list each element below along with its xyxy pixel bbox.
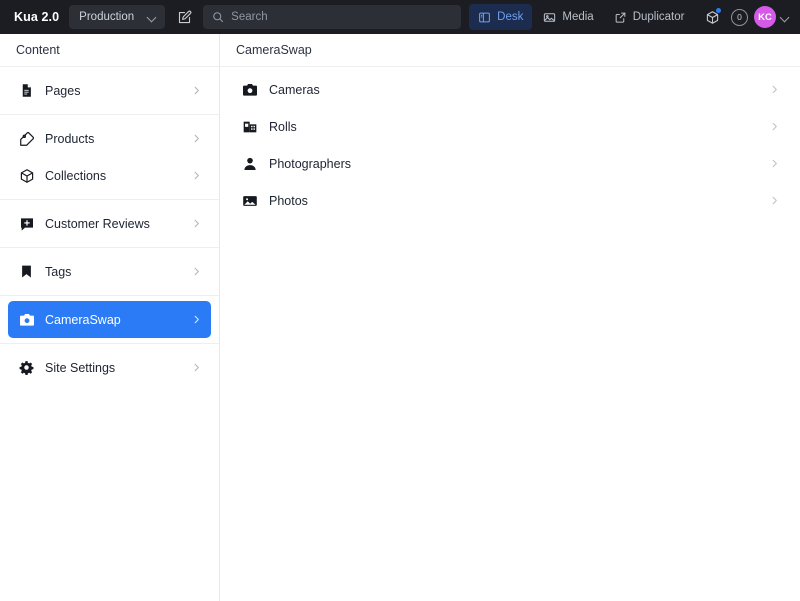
film-roll-icon: [241, 118, 258, 135]
chevron-right-icon: [769, 158, 780, 169]
gear-icon: [18, 359, 35, 376]
sidebar-item-tags[interactable]: Tags: [8, 253, 211, 290]
chevron-right-icon: [191, 266, 202, 277]
chevron-right-icon: [769, 121, 780, 132]
image-icon: [241, 192, 258, 209]
sidebar-item-label: Collections: [45, 168, 107, 183]
notification-dot: [716, 8, 721, 13]
chevron-right-icon: [191, 133, 202, 144]
tab-media[interactable]: Media: [534, 4, 602, 30]
search-input[interactable]: Search: [203, 5, 462, 29]
sidebar-group-3: Customer Reviews: [0, 200, 219, 248]
brand-title: Kua 2.0: [14, 10, 60, 24]
search-icon: [212, 11, 224, 23]
main-panel-title: CameraSwap: [220, 34, 800, 67]
document-icon: [18, 82, 35, 99]
comment-plus-icon: [18, 215, 35, 232]
sidebar-group-5: CameraSwap: [0, 296, 219, 344]
camera-icon: [241, 81, 258, 98]
main-panel-list: Cameras Rolls Photographers Photos: [220, 67, 800, 601]
notification-count-badge[interactable]: 0: [731, 8, 748, 26]
main-item-label: Cameras: [269, 82, 320, 97]
chevron-right-icon: [191, 170, 202, 181]
avatar[interactable]: KC: [754, 6, 776, 28]
sidebar-item-label: Pages: [45, 83, 81, 98]
media-image-icon: [543, 11, 556, 24]
sidebar-group-1: Pages: [0, 67, 219, 115]
external-link-icon: [614, 11, 627, 24]
avatar-chevron-down-icon[interactable]: [781, 13, 790, 22]
desk-panel-icon: [478, 11, 491, 24]
cube-box-icon: [18, 167, 35, 184]
chevron-right-icon: [769, 195, 780, 206]
sidebar-list: Pages Products Collections Customer Revi…: [0, 67, 219, 601]
content-sidebar: Content Pages Products Collections Custo…: [0, 34, 220, 601]
sidebar-group-4: Tags: [0, 248, 219, 296]
chevron-down-icon: [148, 13, 157, 22]
sidebar-item-label: Products: [45, 131, 95, 146]
environment-select-label: Production: [79, 11, 135, 23]
sidebar-item-label: CameraSwap: [45, 312, 121, 327]
sidebar-item-label: Site Settings: [45, 360, 116, 375]
bookmark-icon: [18, 263, 35, 280]
chevron-right-icon: [191, 314, 202, 325]
person-icon: [241, 155, 258, 172]
sidebar-item-products[interactable]: Products: [8, 120, 211, 157]
tag-icon: [18, 130, 35, 147]
main-item-label: Photographers: [269, 156, 352, 171]
edit-square-button[interactable]: [171, 4, 197, 30]
chevron-right-icon: [191, 362, 202, 373]
application-window: Kua 2.0 Production Search Desk Media Dup…: [0, 0, 800, 601]
tab-media-label: Media: [562, 11, 594, 23]
sidebar-item-site-settings[interactable]: Site Settings: [8, 349, 211, 386]
main-item-photos[interactable]: Photos: [228, 182, 792, 219]
sidebar-title: Content: [0, 34, 219, 67]
main-item-label: Rolls: [269, 119, 297, 134]
sidebar-group-2: Products Collections: [0, 115, 219, 200]
tab-duplicator[interactable]: Duplicator: [605, 4, 694, 30]
sidebar-item-customer-reviews[interactable]: Customer Reviews: [8, 205, 211, 242]
tab-duplicator-label: Duplicator: [632, 11, 685, 23]
main-item-photographers[interactable]: Photographers: [228, 145, 792, 182]
top-navigation: Desk Media Duplicator: [469, 4, 693, 30]
top-bar: Kua 2.0 Production Search Desk Media Dup…: [0, 0, 800, 34]
main-item-cameras[interactable]: Cameras: [228, 71, 792, 108]
sidebar-item-cameraswap[interactable]: CameraSwap: [8, 301, 211, 338]
search-placeholder: Search: [231, 11, 268, 23]
chevron-right-icon: [769, 84, 780, 95]
environment-select[interactable]: Production: [69, 5, 166, 29]
chevron-right-icon: [191, 218, 202, 229]
camera-icon: [18, 311, 35, 328]
tab-desk-label: Desk: [497, 11, 524, 23]
top-bar-right-actions: 0 KC: [699, 4, 792, 30]
chevron-right-icon: [191, 85, 202, 96]
edit-square-icon: [177, 10, 192, 25]
sidebar-group-6: Site Settings: [0, 344, 219, 391]
sidebar-item-label: Tags: [45, 264, 72, 279]
sidebar-item-pages[interactable]: Pages: [8, 72, 211, 109]
main-item-rolls[interactable]: Rolls: [228, 108, 792, 145]
sidebar-item-collections[interactable]: Collections: [8, 157, 211, 194]
tab-desk[interactable]: Desk: [469, 4, 533, 30]
main-panel: CameraSwap Cameras Rolls Photographers P…: [220, 34, 800, 601]
main-item-label: Photos: [269, 193, 308, 208]
workspace: Content Pages Products Collections Custo…: [0, 34, 800, 601]
sidebar-item-label: Customer Reviews: [45, 216, 150, 231]
package-button[interactable]: [699, 4, 725, 30]
